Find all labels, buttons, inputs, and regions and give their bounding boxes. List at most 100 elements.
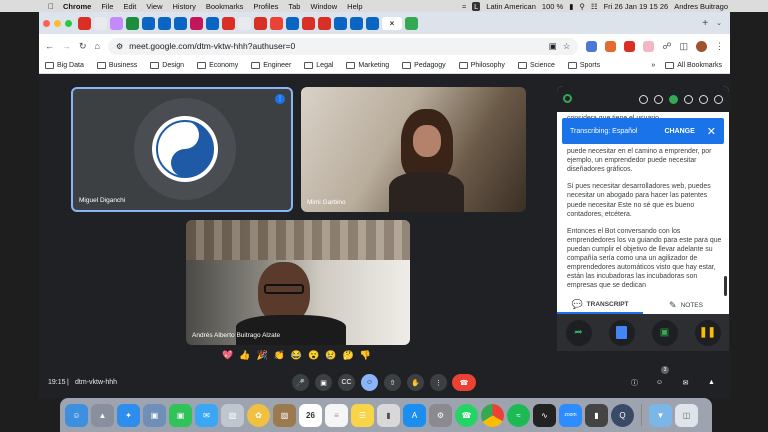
bookmark-star-icon[interactable]: ☆ (563, 41, 571, 52)
participant-tile[interactable]: Mimi Garbino (301, 87, 526, 212)
home-icon[interactable] (639, 94, 648, 104)
bookmark-folder[interactable]: Pedagogy (402, 62, 446, 69)
reaction-heart[interactable]: 💖 (222, 350, 233, 364)
site-info-icon[interactable]: ⚙ (116, 42, 123, 51)
battery-app-icon[interactable]: ▮ (585, 403, 608, 427)
menu-history[interactable]: History (168, 2, 201, 11)
apple-icon[interactable]:  (0, 2, 58, 11)
input-source-icon[interactable]: L (472, 1, 481, 11)
camera-in-use-icon[interactable]: ▣ (549, 41, 557, 52)
bookmark-folder[interactable]: Engineer (251, 62, 291, 69)
menu-app-name[interactable]: Chrome (58, 2, 96, 11)
browser-tab[interactable] (405, 16, 418, 30)
battery-percent[interactable]: 100 % (542, 2, 563, 11)
search-icon[interactable]: ⚲ (579, 2, 585, 11)
browser-tab[interactable] (238, 16, 251, 30)
notes-icon[interactable]: ☰ (351, 403, 374, 427)
docs-button[interactable] (608, 319, 635, 346)
notes-brown-icon[interactable]: ▧ (273, 403, 296, 427)
menu-file[interactable]: File (96, 2, 118, 11)
browser-tab[interactable] (302, 16, 315, 30)
wifi-icon[interactable]: ≈ (462, 2, 466, 11)
extensions-puzzle-icon[interactable]: ☍ (662, 41, 671, 52)
spotify-icon[interactable]: ≈ (507, 403, 530, 427)
activity-monitor-icon[interactable]: ∿ (533, 403, 556, 427)
extension-pink-icon[interactable] (643, 40, 655, 52)
participant-tile[interactable]: ⋮ Miguel Diganchi (71, 87, 293, 212)
menu-bookmarks[interactable]: Bookmarks (201, 2, 249, 11)
reload-icon[interactable]: ↻ (79, 41, 87, 52)
browser-tab[interactable] (190, 16, 203, 30)
reaction-sad[interactable]: 😢 (325, 350, 336, 364)
browser-tab[interactable] (254, 16, 267, 30)
launchpad-icon[interactable]: ▲ (91, 403, 114, 427)
minimize-window-button[interactable] (54, 19, 61, 27)
chat-icon[interactable]: ✉ (677, 374, 694, 391)
reaction-party[interactable]: 🎉 (256, 350, 267, 364)
menu-profiles[interactable]: Profiles (248, 2, 283, 11)
new-tab-icon[interactable]: + (694, 18, 716, 29)
more-options-button[interactable]: ⋮ (430, 374, 447, 391)
browser-tab[interactable] (318, 16, 331, 30)
bookmark-folder[interactable]: Business (96, 62, 137, 69)
menu-tab[interactable]: Tab (283, 2, 305, 11)
camera-button[interactable]: ▣ (315, 374, 332, 391)
clock[interactable]: Fri 26 Jan 19 15 26 (604, 2, 669, 11)
layers-icon[interactable] (654, 94, 663, 104)
whatsapp-icon[interactable]: ☎ (455, 403, 478, 427)
browser-tab[interactable] (126, 16, 139, 30)
facetime-icon[interactable]: ▣ (169, 403, 192, 427)
reminders-icon[interactable]: ≡ (325, 403, 348, 427)
microphone-button[interactable]: 🎤 (292, 374, 309, 391)
reaction-thinking[interactable]: 🤔 (343, 350, 354, 364)
bookmark-folder[interactable]: Big Data (45, 62, 84, 69)
reaction-thumbs-down[interactable]: 👎 (360, 350, 371, 364)
photo-booth-icon[interactable]: ▧ (221, 403, 244, 427)
battery-icon[interactable]: ▮ (569, 2, 573, 11)
url-text[interactable]: meet.google.com/dtm-vktw-hhh?authuser=0 (129, 41, 295, 51)
messages-icon[interactable]: ✉ (195, 403, 218, 427)
present-button[interactable]: ⇧ (384, 374, 401, 391)
safari-icon[interactable]: ✦ (117, 403, 140, 427)
browser-tab[interactable] (366, 16, 379, 30)
close-icon[interactable]: ✕ (707, 125, 716, 138)
tab-search-icon[interactable]: ⌄ (716, 19, 730, 27)
browser-tab-active[interactable]: × (382, 16, 402, 30)
transcript-scrollbar[interactable] (724, 276, 727, 296)
browser-tab[interactable] (286, 16, 299, 30)
preview-icon[interactable]: ▣ (143, 403, 166, 427)
captions-button[interactable]: CC (338, 374, 355, 391)
participant-tile[interactable]: Andrés Alberto Buitrago Alzate (186, 220, 410, 345)
screenshot-button[interactable]: ▣ (651, 319, 678, 346)
bookmark-folder[interactable]: Legal (304, 62, 333, 69)
chrome-menu-icon[interactable]: ⋮ (715, 41, 724, 52)
bookmark-folder[interactable]: Marketing (346, 62, 389, 69)
all-bookmarks-button[interactable]: All Bookmarks (665, 62, 722, 69)
input-source[interactable]: Latin American (486, 2, 536, 11)
tab-notes[interactable]: ✎ NOTES (643, 296, 729, 314)
browser-tab[interactable] (142, 16, 155, 30)
control-center-icon[interactable]: ☷ (591, 2, 598, 11)
browser-tab[interactable] (206, 16, 219, 30)
tab-transcript[interactable]: 💬 TRANSCRIPT (557, 296, 643, 314)
share-button[interactable]: ➦ (565, 319, 592, 346)
menu-edit[interactable]: Edit (118, 2, 141, 11)
browser-tab[interactable] (222, 16, 235, 30)
zoom-window-button[interactable] (65, 19, 72, 27)
info-icon[interactable]: ⓘ (626, 374, 643, 391)
menu-window[interactable]: Window (305, 2, 342, 11)
reaction-clap[interactable]: 👏 (274, 350, 285, 364)
downloads-folder-icon[interactable]: ▼ (649, 403, 672, 427)
chrome-icon[interactable] (481, 403, 504, 427)
more-bookmarks-button[interactable]: » (651, 62, 655, 69)
browser-tab[interactable] (174, 16, 187, 30)
emoji-button[interactable]: ☺ (361, 374, 378, 391)
quicktime-icon[interactable]: Q (611, 403, 634, 427)
reaction-surprised[interactable]: 😮 (308, 350, 319, 364)
gear-icon[interactable] (684, 94, 693, 104)
activities-icon[interactable]: ▲ (703, 374, 720, 391)
menu-help[interactable]: Help (342, 2, 367, 11)
menu-view[interactable]: View (141, 2, 167, 11)
bookmark-folder[interactable]: Design (150, 62, 184, 69)
address-bar[interactable]: ⚙ meet.google.com/dtm-vktw-hhh?authuser=… (107, 37, 579, 55)
